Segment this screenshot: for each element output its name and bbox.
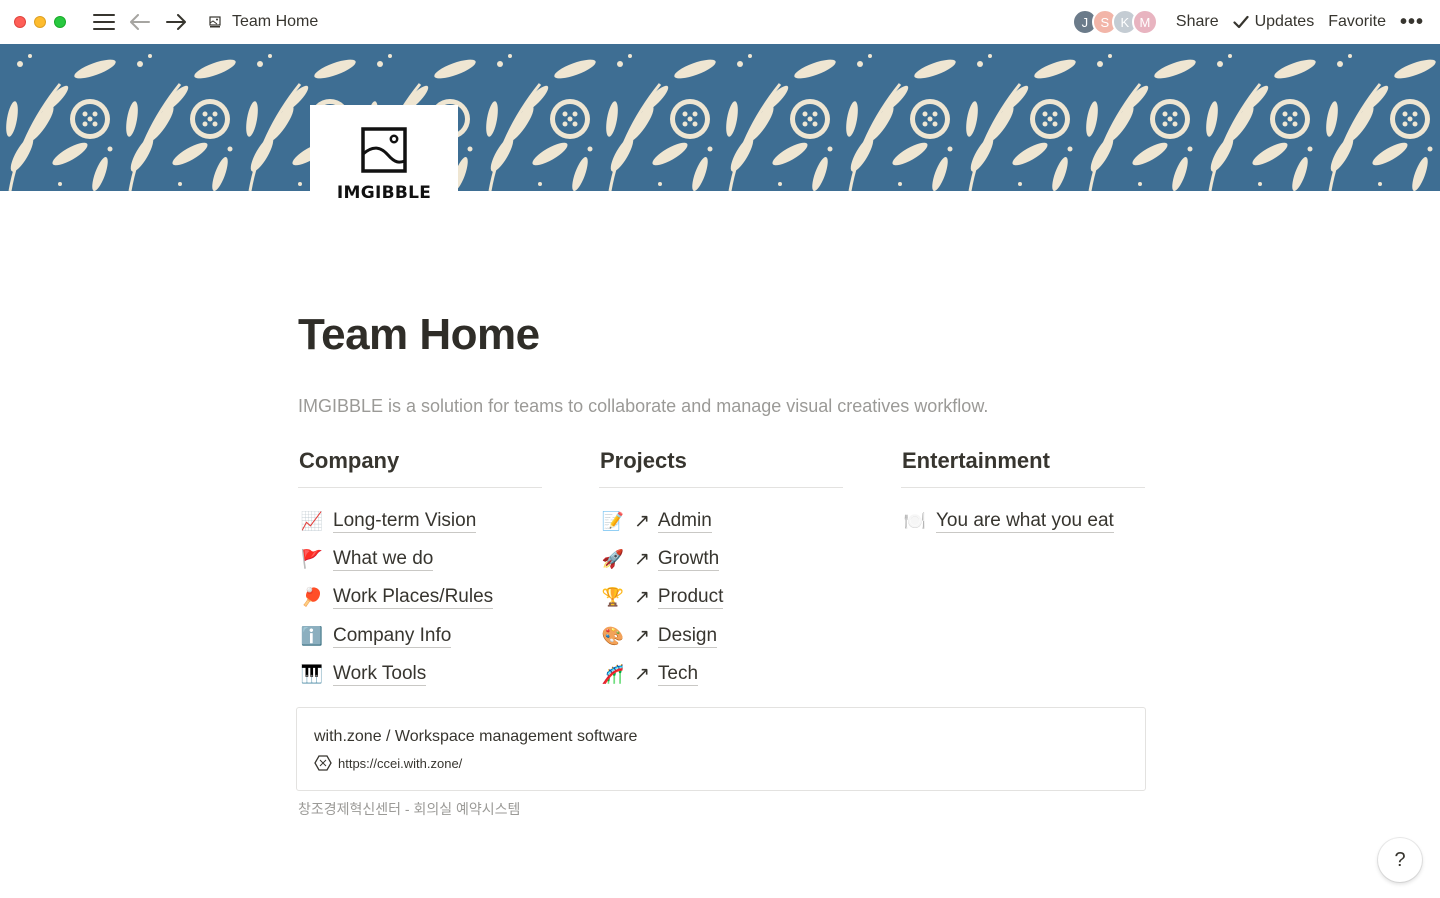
- page-link-label[interactable]: Product: [657, 586, 724, 610]
- collaborator-avatars[interactable]: JSKM: [1071, 9, 1158, 35]
- page-link-item[interactable]: 🚩 What we do: [298, 540, 542, 578]
- page-emoji-icon: 🎨: [601, 625, 625, 646]
- logo-wordmark: IMGIBBLE: [336, 183, 432, 203]
- page-link-item[interactable]: 📈 Long-term Vision: [298, 502, 542, 540]
- page-emoji-icon: 🎹: [300, 663, 324, 684]
- sidebar-toggle-button[interactable]: [90, 8, 118, 36]
- page-link-item[interactable]: 🎹 Work Tools: [298, 655, 542, 693]
- page-subtitle[interactable]: IMGIBBLE is a solution for teams to coll…: [298, 396, 988, 417]
- page-link-label[interactable]: Work Tools: [333, 663, 427, 686]
- updates-button[interactable]: Updates: [1232, 13, 1315, 31]
- help-button[interactable]: ?: [1378, 838, 1422, 882]
- window-controls: [14, 16, 66, 28]
- page-link-label[interactable]: Long-term Vision: [333, 510, 477, 533]
- page-link-label[interactable]: Growth: [657, 548, 720, 571]
- page-link-item[interactable]: 🎨 ↗ Design: [599, 617, 843, 655]
- bookmark-title: with.zone / Workspace management softwar…: [314, 728, 638, 745]
- page-link-label[interactable]: Tech: [657, 663, 699, 686]
- page-link-item[interactable]: ℹ️ Company Info: [298, 617, 542, 655]
- page-link-item[interactable]: 📝 ↗ Admin: [599, 502, 843, 540]
- forward-button[interactable]: [162, 8, 190, 36]
- page-emoji-icon: 🚀: [601, 548, 625, 569]
- page-link-label[interactable]: Company Info: [333, 625, 452, 648]
- link-arrow-icon: ↗: [634, 510, 650, 532]
- page-emoji-icon: 🍽️: [903, 510, 927, 531]
- column-heading[interactable]: Entertainment: [901, 444, 1145, 488]
- link-arrow-icon: ↗: [634, 625, 650, 647]
- page-link-item[interactable]: 🏆 ↗ Product: [599, 579, 843, 617]
- minimize-window-button[interactable]: [34, 16, 46, 28]
- page-title[interactable]: Team Home: [298, 310, 540, 360]
- page-link-label[interactable]: Admin: [657, 510, 712, 533]
- bookmark-url-row: https://ccei.with.zone/: [314, 755, 1128, 771]
- link-arrow-icon: ↗: [634, 587, 650, 609]
- avatar[interactable]: M: [1131, 9, 1158, 35]
- page-emoji-icon: ℹ️: [300, 625, 324, 646]
- page-link-item[interactable]: 🎢 ↗ Tech: [599, 655, 843, 693]
- more-options-button[interactable]: •••: [1400, 11, 1424, 34]
- column-projects: Projects 📝 ↗ Admin 🚀 ↗ Growth 🏆 ↗ Product 🎨 ↗ Desig…: [599, 444, 843, 693]
- favorite-button[interactable]: Favorite: [1328, 13, 1386, 31]
- updates-label: Updates: [1254, 13, 1315, 30]
- top-bar: Team Home JSKM Share Updates Favorite ••…: [0, 0, 1440, 44]
- page-emoji-icon: 📈: [300, 510, 324, 531]
- floral-pattern-image: [0, 44, 1440, 191]
- fullscreen-window-button[interactable]: [54, 16, 66, 28]
- arrow-left-icon: [130, 14, 150, 30]
- close-window-button[interactable]: [14, 16, 26, 28]
- column-heading[interactable]: Company: [298, 444, 542, 488]
- breadcrumb[interactable]: Team Home: [206, 13, 318, 31]
- site-favicon-icon: [314, 755, 332, 771]
- page-emoji-icon: 🏆: [601, 587, 625, 608]
- page-emoji-icon: 📝: [601, 510, 625, 531]
- page-link-label[interactable]: Design: [657, 625, 718, 648]
- column-company: Company 📈 Long-term Vision 🚩 What we do 🏓 Wor…: [298, 444, 542, 693]
- back-button[interactable]: [126, 8, 154, 36]
- page-emoji-icon: 🎢: [601, 663, 625, 684]
- checkmark-icon: [1232, 15, 1249, 29]
- page-link-item[interactable]: 🚀 ↗ Growth: [599, 540, 843, 578]
- page-link-item[interactable]: 🏓 Work Places/Rules: [298, 579, 542, 617]
- page-link-item[interactable]: 🍽️ You are what you eat: [901, 502, 1145, 540]
- bookmark-caption[interactable]: 창조경제혁신센터 - 회의실 예약시스템: [298, 799, 520, 819]
- page-link-label[interactable]: Work Places/Rules: [333, 586, 494, 610]
- image-icon: [361, 127, 407, 173]
- column-entertainment: Entertainment 🍽️ You are what you eat: [901, 444, 1145, 540]
- top-actions: JSKM Share Updates Favorite •••: [1071, 0, 1424, 44]
- page-emoji-icon: 🚩: [300, 548, 324, 569]
- page-link-label[interactable]: What we do: [333, 548, 434, 571]
- page-list: 🍽️ You are what you eat: [901, 502, 1145, 540]
- share-button[interactable]: Share: [1176, 13, 1219, 31]
- link-arrow-icon: ↗: [634, 548, 650, 570]
- nav-controls: [90, 8, 190, 36]
- page-list: 📈 Long-term Vision 🚩 What we do 🏓 Work Places…: [298, 502, 542, 693]
- page-emoji-icon: 🏓: [300, 587, 324, 608]
- bookmark-url: https://ccei.with.zone/: [338, 755, 463, 771]
- column-heading[interactable]: Projects: [599, 444, 843, 488]
- page-list: 📝 ↗ Admin 🚀 ↗ Growth 🏆 ↗ Product 🎨 ↗ Design 🎢 ↗ Tech: [599, 502, 843, 693]
- page-icon: [206, 13, 224, 31]
- page-link-label[interactable]: You are what you eat: [936, 510, 1114, 533]
- link-arrow-icon: ↗: [634, 663, 650, 685]
- hamburger-icon: [93, 14, 115, 30]
- web-bookmark[interactable]: with.zone / Workspace management softwar…: [296, 707, 1146, 791]
- page-logo[interactable]: IMGIBBLE: [310, 105, 458, 225]
- arrow-right-icon: [166, 14, 186, 30]
- cover-image[interactable]: [0, 44, 1440, 191]
- breadcrumb-title: Team Home: [232, 13, 319, 30]
